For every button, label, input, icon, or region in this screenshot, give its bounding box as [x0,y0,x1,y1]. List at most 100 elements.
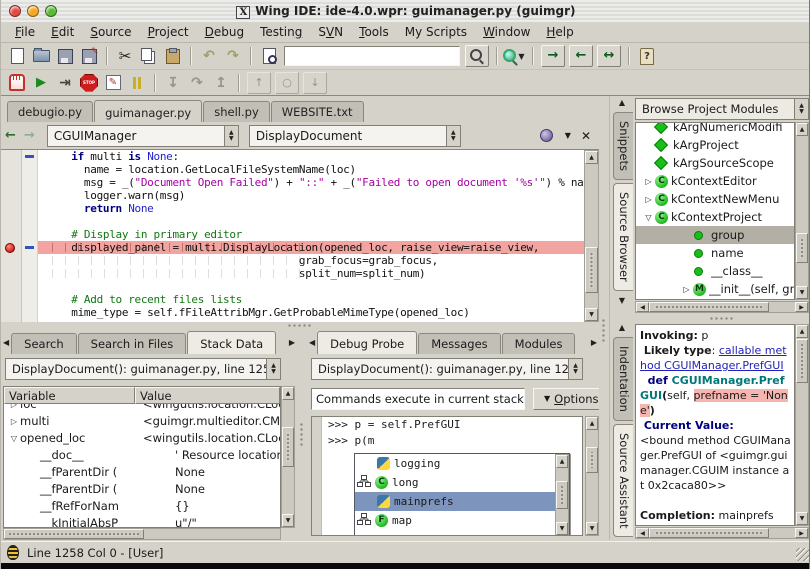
history-back-icon[interactable]: ← [5,128,16,143]
scroll-down-icon[interactable]: ▼ [796,512,808,525]
completion-item[interactable]: Fmap [355,511,569,530]
variable-column-header[interactable]: Variable [4,387,135,404]
resize-grip[interactable] [796,548,809,561]
tree-item-__init__selfgro[interactable]: ▷M__init__(self, gro [636,280,794,298]
browser-mode-spinner[interactable]: ▲▼ [794,99,808,119]
redo-button[interactable]: ↷ [221,45,245,67]
variable-row[interactable]: __kInitialAbsPu"/" [4,515,280,527]
tab-shell.py[interactable]: shell.py [203,101,270,122]
expand-icon[interactable]: ▷ [8,404,20,413]
run-to-cursor-button[interactable]: ⇥ [53,72,77,94]
step-into-button[interactable]: ↧ [161,72,185,94]
table-hscrollbar[interactable] [3,528,281,540]
save-as-button[interactable] [77,45,101,67]
expand-icon[interactable]: ▷ [642,177,655,186]
spin-down-icon[interactable]: ▼ [451,136,456,142]
tab-stack-data[interactable]: Stack Data [187,331,276,354]
menu-tools[interactable]: Tools [351,23,397,41]
assistant-hscrollbar[interactable]: ◀ ▶ [635,527,809,539]
table-vscroll-thumb[interactable] [282,427,294,467]
spin-down-icon[interactable]: ▼ [799,109,804,115]
dock-tab-indentation[interactable]: Indentation [613,337,634,421]
tab-debug-probe[interactable]: Debug Probe [317,331,417,354]
open-file-button[interactable] [29,45,53,67]
scroll-up-icon[interactable]: ▲ [796,325,808,338]
dock-tabs-scroll-up-icon[interactable]: ▲ [610,321,634,334]
editor-bottom-splitter[interactable] [1,322,599,330]
tree-hscrollbar[interactable]: ◀ ▶ [635,301,809,313]
tab-messages[interactable]: Messages [418,333,500,354]
new-file-button[interactable] [5,45,29,67]
spin-down-icon[interactable]: ▼ [271,369,276,375]
assistant-vscrollbar[interactable]: ▲ ▼ [795,324,809,526]
stack-frame-combo[interactable]: DisplayDocument(): guimanager.py, line 1… [5,358,281,380]
pause-debug-button[interactable] [5,72,29,94]
symbol-combo-spinner[interactable]: ▲▼ [446,126,460,146]
scroll-left-icon[interactable]: ◀ [636,528,649,538]
dock-inner-splitter[interactable] [633,313,810,324]
frame-current-button[interactable]: ○ [275,72,299,94]
completion-item[interactable]: logging [355,454,569,473]
tree-item-kcontexteditor[interactable]: ▷CkContextEditor [636,172,794,190]
console-vscrollbar[interactable]: ▲ ▼ [585,416,599,536]
spin-down-icon[interactable]: ▼ [573,369,578,375]
scroll-right-icon[interactable]: ▶ [795,302,808,312]
scroll-down-icon[interactable]: ▼ [556,522,568,535]
assistant-vscroll-thumb[interactable] [796,339,808,383]
bottom-panels-splitter[interactable] [297,330,307,540]
search-in-files-button[interactable]: ▼ [503,45,527,67]
expand-icon[interactable]: ▷ [680,285,693,294]
variable-row[interactable]: __fParentDir (None [4,464,280,481]
scroll-up-icon[interactable]: ▲ [556,455,568,468]
probe-frame-combo[interactable]: DisplayDocument(): guimanager.py, line 1… [311,358,583,380]
variable-row[interactable]: __doc__' Resource location data cl [4,447,280,464]
undo-button[interactable]: ↶ [197,45,221,67]
variables-table[interactable]: Variable Value ▷loc<wingutils.location.C… [3,386,281,528]
variable-row[interactable]: ▷multi<guimgr.multieditor.CMult [4,413,280,430]
menu-my-scripts[interactable]: My Scripts [397,23,475,41]
dock-tab-snippets[interactable]: Snippets [613,112,634,180]
tree-hscroll-thumb[interactable] [649,302,769,312]
collapse-icon[interactable]: ▽ [642,213,655,222]
fold-collapse-icon[interactable] [25,246,34,249]
goto-toggle-button[interactable]: ↔ [597,45,621,67]
assistant-hscroll-thumb[interactable] [649,528,769,538]
scroll-up-icon[interactable]: ▲ [282,387,294,400]
tabs-scroll-right-icon[interactable]: ▶ [589,338,599,347]
symbol-combo[interactable]: DisplayDocument ▲▼ [249,125,461,147]
tabs-scroll-left-icon[interactable]: ◀ [1,338,11,347]
expand-icon[interactable]: ▷ [8,413,20,430]
tree-vscroll-thumb[interactable] [796,233,808,263]
scroll-down-icon[interactable]: ▼ [586,522,598,535]
search-button[interactable] [465,45,489,67]
menu-help[interactable]: Help [538,23,581,41]
menu-window[interactable]: Window [475,23,538,41]
scroll-down-icon[interactable]: ▼ [282,514,294,527]
fold-gutter[interactable] [22,150,38,322]
collapse-icon[interactable]: ▽ [8,430,20,447]
scroll-right-icon[interactable]: ▶ [795,528,808,538]
completion-item[interactable]: mainprefs [355,492,569,511]
tree-item-group[interactable]: group [636,226,794,244]
break-debug-button[interactable] [125,72,149,94]
editor-vscrollbar[interactable]: ▲ ▼ [584,150,599,322]
menu-svn[interactable]: SVN [310,23,351,41]
step-out-button[interactable]: ↥ [209,72,233,94]
value-column-header[interactable]: Value [135,387,280,404]
scroll-down-icon[interactable]: ▼ [585,308,598,321]
save-button[interactable] [53,45,77,67]
tree-item-__class__[interactable]: __class__ [636,262,794,280]
menu-source[interactable]: Source [82,23,139,41]
menu-file[interactable]: File [7,23,43,41]
tree-item-kargproject[interactable]: kArgProject [636,136,794,154]
goto-next-point-button[interactable]: → [541,45,565,67]
popup-vscrollbar[interactable]: ▲ ▼ [555,454,569,536]
scope-combo-spinner[interactable]: ▲▼ [224,126,238,146]
tab-WEBSITE.txt[interactable]: WEBSITE.txt [271,101,364,122]
tab-debugio.py[interactable]: debugio.py [7,101,93,122]
dock-tab-source-browser[interactable]: Source Browser [613,183,634,291]
console-vscroll-thumb[interactable] [586,447,598,473]
spin-down-icon[interactable]: ▼ [229,136,234,142]
completion-item[interactable]: Clong [355,473,569,492]
dock-tabs-scroll-up-icon[interactable]: ▲ [610,96,634,109]
